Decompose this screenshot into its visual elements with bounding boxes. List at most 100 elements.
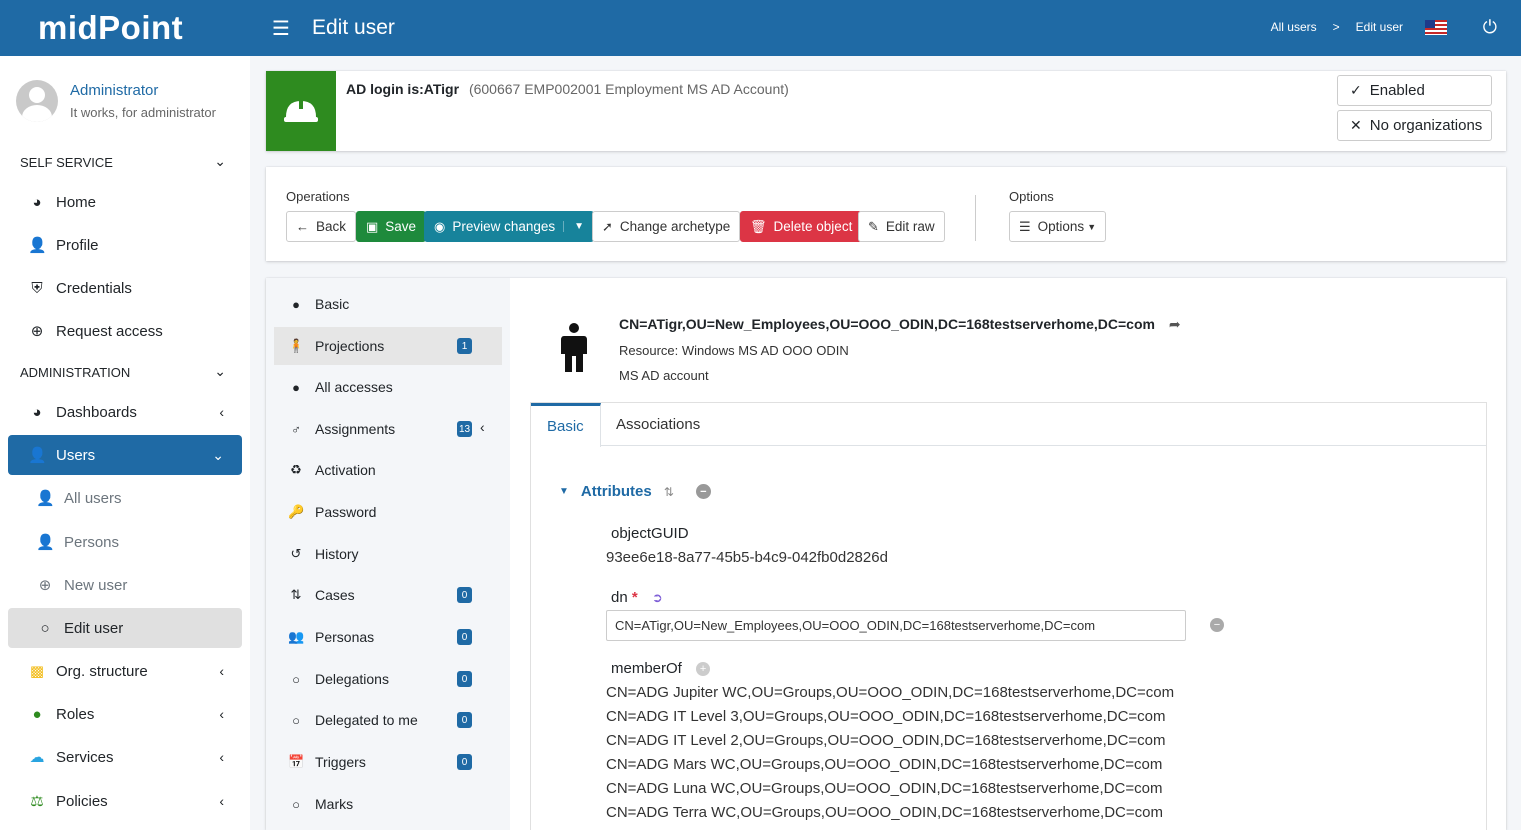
menu-item-projections[interactable]: 🧍 Projections 1 <box>274 327 502 365</box>
sidebar-item-persons[interactable]: 👤 Persons <box>8 522 242 562</box>
preview-changes-button[interactable]: ◉ Preview changes ▼ <box>424 211 595 242</box>
shadow-dn-text: CN=ATigr,OU=New_Employees,OU=OOO_ODIN,DC… <box>619 316 1155 332</box>
sidebar-item-label: Services <box>56 748 114 766</box>
sidebar-item-dashboards[interactable]: ◕ Dashboards ‹ <box>8 392 242 432</box>
menu-item-label: Triggers <box>315 754 366 770</box>
section-self-service[interactable]: SELF SERVICE ⌄ <box>20 153 230 170</box>
organizations-button[interactable]: ✕ No organizations <box>1337 110 1492 141</box>
tab-associations[interactable]: Associations <box>600 403 716 446</box>
chevron-left-icon: ‹ <box>219 663 224 679</box>
save-button[interactable]: ▣ Save <box>356 211 427 242</box>
sidebar-item-credentials[interactable]: ⛨ Credentials <box>8 268 242 308</box>
menu-item-activation[interactable]: ♻ Activation <box>274 451 502 489</box>
memberof-value: CN=ADG Terra WC,OU=Groups,OU=OOO_ODIN,DC… <box>606 804 1163 821</box>
share-icon[interactable]: ➦ <box>1169 316 1181 332</box>
memberof-value: CN=ADG Jupiter WC,OU=Groups,OU=OOO_ODIN,… <box>606 684 1175 701</box>
enabled-status-button[interactable]: ✓ Enabled <box>1337 75 1492 106</box>
change-archetype-button[interactable]: ➚ Change archetype <box>592 211 741 242</box>
menu-item-personas[interactable]: 👥 Personas 0 <box>274 618 502 656</box>
user-name[interactable]: Administrator <box>70 82 158 99</box>
back-button[interactable]: ← Back <box>286 211 357 242</box>
tab-basic[interactable]: Basic <box>531 403 601 447</box>
memberof-value: CN=ADG Mars WC,OU=Groups,OU=OOO_ODIN,DC=… <box>606 756 1163 773</box>
delete-object-button[interactable]: 🗑 Delete object <box>740 211 863 242</box>
dn-label-text: dn <box>611 589 628 606</box>
language-flag-icon[interactable] <box>1425 20 1447 35</box>
menu-item-delegated-to-me[interactable]: ○ Delegated to me 0 <box>274 701 502 739</box>
menu-item-label: Personas <box>315 629 375 645</box>
back-button-label: Back <box>316 219 347 234</box>
menu-item-marks[interactable]: ○ Marks <box>274 785 502 823</box>
user-icon: 👤 <box>36 534 55 551</box>
menu-item-password[interactable]: 🔑 Password <box>274 493 502 531</box>
preview-changes-label: Preview changes <box>452 219 556 234</box>
chevron-down-icon: ⌄ <box>212 446 224 463</box>
arrow-left-icon: ← <box>296 219 309 234</box>
menu-item-label: All accesses <box>315 379 393 395</box>
circle-solid-icon: ● <box>292 296 300 312</box>
archetype-icon: ➚ <box>602 218 613 234</box>
objectguid-value: 93ee6e18-8a77-45b5-b4c9-042fb0d2826d <box>606 549 888 566</box>
menu-item-triggers[interactable]: 📅 Triggers 0 <box>274 743 502 781</box>
breadcrumb-all-users[interactable]: All users <box>1271 20 1317 34</box>
sidebar-item-label: Dashboards <box>56 403 137 421</box>
section-administration-label: ADMINISTRATION <box>20 365 131 380</box>
memberof-label-text: memberOf <box>611 660 682 677</box>
tab-row: Basic Associations <box>531 403 1486 447</box>
edit-raw-button[interactable]: ✎ Edit raw <box>858 211 945 242</box>
caret-down-icon: ▼ <box>1087 221 1097 232</box>
sidebar-item-profile[interactable]: 👤 Profile <box>8 225 242 265</box>
sidebar-item-home[interactable]: ◕ Home <box>8 182 242 222</box>
sidebar-item-label: Org. structure <box>56 662 148 680</box>
sidebar-item-policies[interactable]: ⚖ Policies ‹ <box>8 781 242 821</box>
cases-icon: ⇅ <box>290 587 302 602</box>
user-subtitle: It works, for administrator <box>70 105 216 120</box>
change-archetype-label: Change archetype <box>619 219 731 234</box>
hamburger-menu-icon[interactable]: ☰ <box>272 16 296 41</box>
brand-logo[interactable]: midPoint <box>0 0 250 56</box>
attributes-header[interactable]: ▼ Attributes ⇅ − <box>559 483 711 500</box>
chevron-down-icon: ⌄ <box>214 153 226 169</box>
sidebar-item-edit-user[interactable]: ○ Edit user <box>8 608 242 648</box>
check-icon: ✓ <box>1350 82 1362 98</box>
count-badge: 0 <box>457 629 472 645</box>
logout-power-icon[interactable]: ⏻ <box>1483 17 1497 38</box>
caret-down-icon[interactable]: ▼ <box>563 221 584 232</box>
caret-down-icon[interactable]: ▼ <box>559 486 569 497</box>
section-administration[interactable]: ADMINISTRATION ⌄ <box>20 363 230 380</box>
sidebar-item-roles[interactable]: ● Roles ‹ <box>8 694 242 734</box>
sidebar-item-users[interactable]: 👤 Users ⌄ <box>8 435 242 475</box>
menu-item-basic[interactable]: ● Basic <box>274 285 502 323</box>
sort-icon[interactable]: ⇅ <box>664 485 674 499</box>
menu-item-all-accesses[interactable]: ● All accesses <box>274 368 502 406</box>
trash-icon: 🗑 <box>750 218 767 234</box>
dn-label: dn * ➲ <box>611 589 663 606</box>
sign-in-icon[interactable]: ➲ <box>652 590 663 605</box>
menu-item-delegations[interactable]: ○ Delegations 0 <box>274 660 502 698</box>
menu-item-label: Delegations <box>315 671 389 687</box>
menu-item-history[interactable]: ↺ History <box>274 535 502 573</box>
sidebar-item-services[interactable]: ☁ Services ‹ <box>8 737 242 777</box>
user-panel[interactable]: Administrator It works, for administrato… <box>16 80 216 122</box>
add-value-icon[interactable]: + <box>696 662 711 677</box>
options-dropdown-label: Options <box>1037 219 1085 234</box>
count-badge: 0 <box>457 671 472 687</box>
count-badge: 0 <box>457 587 472 603</box>
dn-field[interactable] <box>606 610 1186 641</box>
menu-item-label: Cases <box>315 587 355 603</box>
menu-item-label: Delegated to me <box>315 712 418 728</box>
sidebar-item-new-user[interactable]: ⊕ New user <box>8 565 242 605</box>
remove-value-icon[interactable]: − <box>1210 618 1224 632</box>
calendar-icon: 📅 <box>288 754 305 769</box>
collapse-minus-icon[interactable]: − <box>695 484 711 499</box>
close-icon: ✕ <box>1350 117 1362 133</box>
object-header: AD login is:ATigr (600667 EMP002001 Empl… <box>266 71 1506 151</box>
sidebar-item-org-structure[interactable]: ▩ Org. structure ‹ <box>8 651 242 691</box>
edit-icon: ✎ <box>868 218 879 234</box>
sidebar-item-request-access[interactable]: ⊕ Request access <box>8 311 242 351</box>
menu-item-cases[interactable]: ⇅ Cases 0 <box>274 576 502 614</box>
key-icon: 🔑 <box>288 504 305 519</box>
options-dropdown[interactable]: ☰ Options ▼ <box>1009 211 1107 242</box>
menu-item-assignments[interactable]: ♂ Assignments 13 ‹ <box>274 410 502 448</box>
sidebar-item-all-users[interactable]: 👤 All users <box>8 478 242 518</box>
